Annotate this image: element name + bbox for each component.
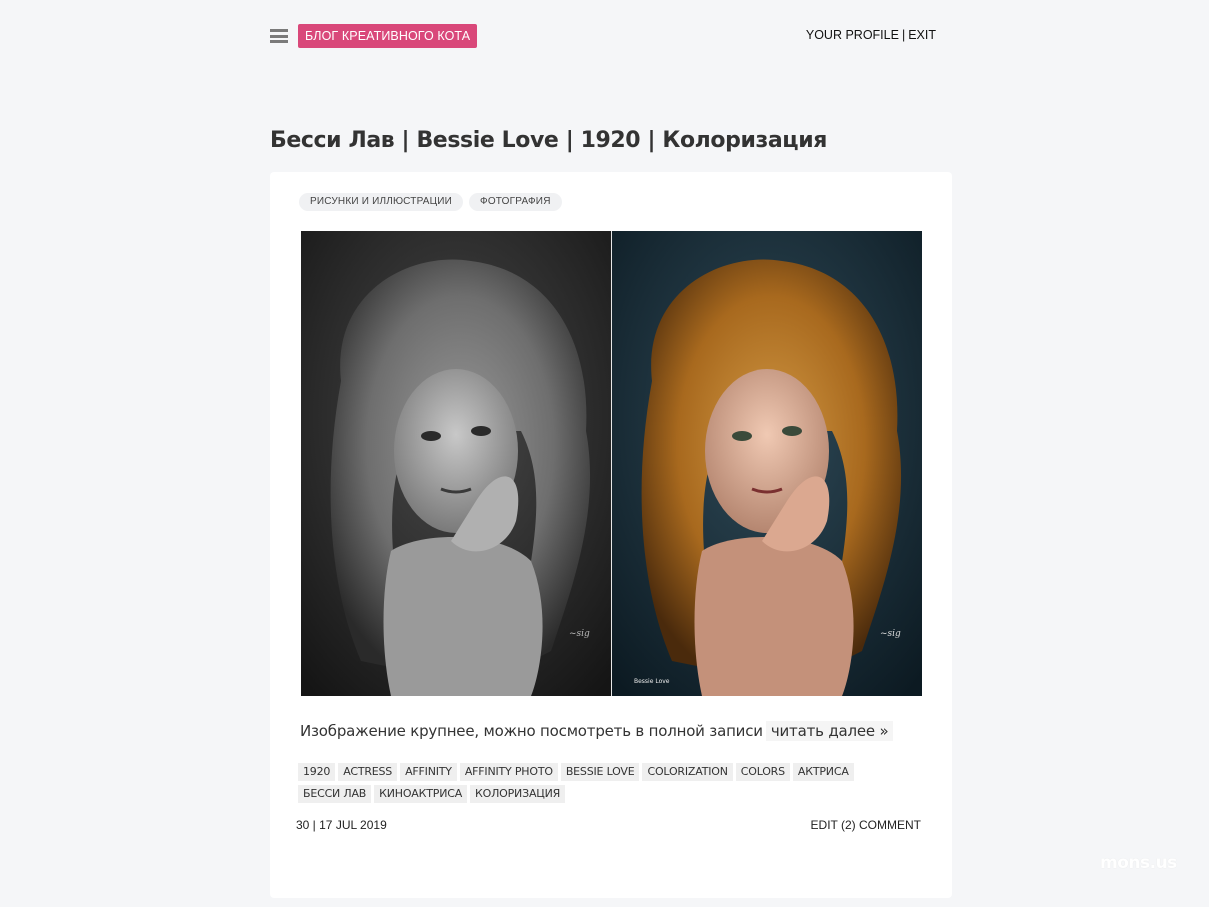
- post-meta: 30 | 17 JUL 2019: [296, 818, 387, 832]
- tag-link[interactable]: COLORIZATION: [642, 763, 733, 781]
- svg-text:~sig: ~sig: [880, 629, 901, 639]
- tag-link[interactable]: КОЛОРИЗАЦИЯ: [470, 785, 566, 803]
- tag-link[interactable]: ACTRESS: [338, 763, 398, 781]
- nav-separator: |: [901, 28, 906, 42]
- post-excerpt: Изображение крупнее, можно посмотреть в …: [300, 721, 894, 741]
- category-chip[interactable]: РИСУНКИ И ИЛЛЮСТРАЦИИ: [299, 193, 464, 211]
- excerpt-text: Изображение крупнее, можно посмотреть в …: [300, 722, 763, 740]
- tag-link[interactable]: BESSIE LOVE: [560, 763, 640, 781]
- comment-link[interactable]: (2) COMMENT: [841, 818, 921, 832]
- tag-link[interactable]: АКТРИСА: [792, 763, 854, 781]
- tag-list: 1920 ACTRESS AFFINITY AFFINITY PHOTO BESSIE …: [298, 760, 898, 804]
- tag-link[interactable]: COLORS: [735, 763, 790, 781]
- user-nav: YOUR PROFILE | EXIT: [806, 28, 936, 42]
- tag-link[interactable]: 1920: [298, 763, 336, 781]
- exit-link[interactable]: EXIT: [908, 28, 936, 42]
- post-title[interactable]: Бесси Лав | Bessie Love | 1920 | Колориз…: [270, 128, 827, 153]
- tag-link[interactable]: БЕССИ ЛАВ: [298, 785, 372, 803]
- blog-brand-link[interactable]: БЛОГ КРЕАТИВНОГО КОТА: [298, 24, 478, 48]
- post-actions: EDIT (2) COMMENT: [811, 818, 921, 832]
- category-list: РИСУНКИ И ИЛЛЮСТРАЦИИ ФОТОГРАФИЯ: [299, 193, 562, 211]
- post-image[interactable]: ~sig ~sig Bessie Love: [301, 231, 922, 696]
- tag-link[interactable]: AFFINITY PHOTO: [459, 763, 558, 781]
- color-photo: ~sig Bessie Love: [612, 231, 922, 696]
- photo-caption: Bessie Love: [634, 678, 670, 685]
- svg-text:~sig: ~sig: [569, 629, 590, 639]
- category-chip[interactable]: ФОТОГРАФИЯ: [469, 193, 562, 211]
- edit-link[interactable]: EDIT: [811, 818, 838, 832]
- bw-photo: ~sig: [301, 231, 611, 696]
- top-bar: БЛОГ КРЕАТИВНОГО КОТА YOUR PROFILE | EXIT: [270, 24, 938, 48]
- watermark-logo: mons.us: [1100, 853, 1177, 873]
- read-more-link[interactable]: читать далее »: [765, 721, 894, 741]
- tag-link[interactable]: AFFINITY: [400, 763, 457, 781]
- profile-link[interactable]: YOUR PROFILE: [806, 28, 899, 42]
- post-card: РИСУНКИ И ИЛЛЮСТРАЦИИ ФОТОГРАФИЯ ~sig ~s…: [270, 172, 952, 898]
- tag-link[interactable]: КИНОАКТРИСА: [374, 785, 468, 803]
- menu-icon[interactable]: [270, 29, 288, 43]
